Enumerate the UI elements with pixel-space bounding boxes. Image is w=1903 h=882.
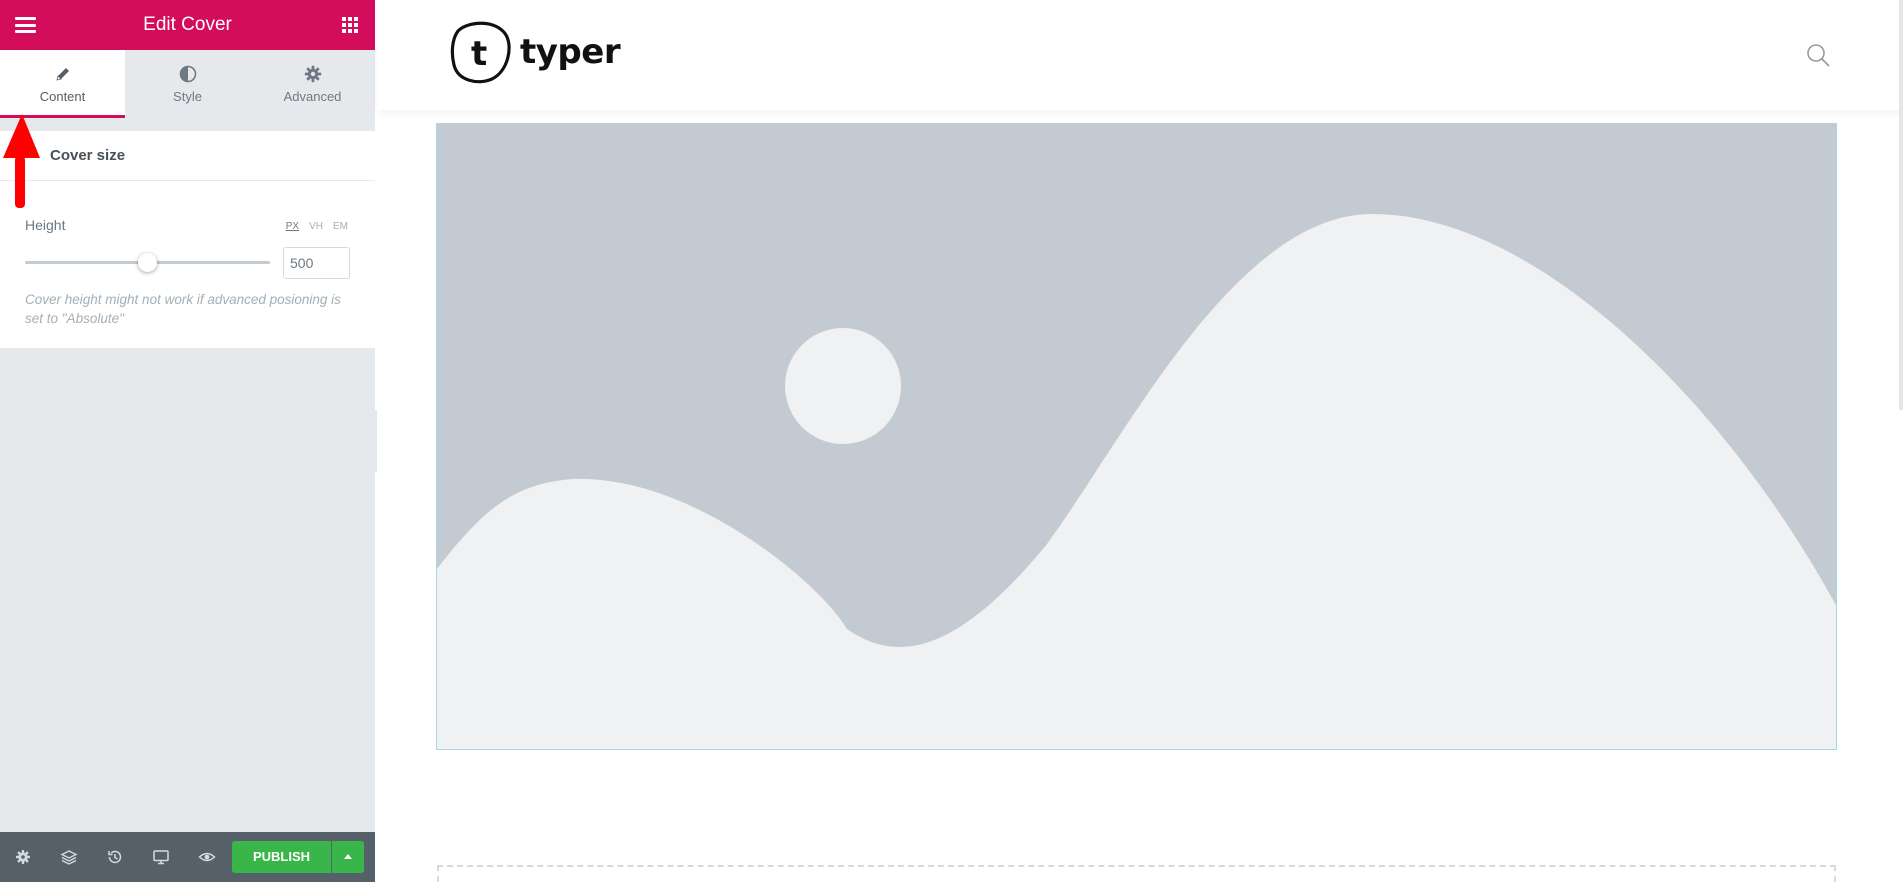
logo-mark-icon: t — [450, 21, 511, 84]
publish-button[interactable]: PUBLISH — [232, 841, 331, 873]
unit-em[interactable]: EM — [333, 221, 348, 232]
editor-header: Edit Cover — [0, 0, 375, 50]
image-placeholder-icon — [437, 124, 1836, 749]
tab-style[interactable]: Style — [125, 50, 250, 118]
tab-content[interactable]: Content — [0, 50, 125, 118]
height-input[interactable] — [283, 247, 350, 279]
gear-icon — [304, 65, 321, 82]
panel-tabs: Content Style Advanced — [0, 50, 375, 118]
unit-switcher: PX VH EM — [286, 221, 348, 232]
site-logo[interactable]: t typer — [450, 19, 621, 85]
cover-widget[interactable] — [436, 123, 1837, 750]
unit-vh[interactable]: VH — [309, 221, 323, 232]
section-cover-size[interactable]: Cover size — [0, 131, 375, 181]
publish-options-button[interactable] — [332, 841, 364, 873]
tab-content-label: Content — [39, 88, 86, 104]
editor-title: Edit Cover — [143, 14, 232, 35]
tab-style-label: Style — [173, 88, 202, 104]
site-header: t typer — [377, 0, 1903, 110]
responsive-desktop-icon[interactable] — [152, 848, 170, 866]
height-slider-handle[interactable] — [138, 253, 157, 272]
widgets-grid-icon[interactable] — [342, 17, 358, 33]
controls-panel: Cover size Height PX VH EM Cover height … — [0, 131, 375, 348]
history-icon[interactable] — [106, 848, 124, 866]
height-label: Height — [25, 217, 66, 233]
preview-eye-icon[interactable] — [198, 848, 216, 866]
settings-icon[interactable] — [14, 848, 32, 866]
pencil-icon — [55, 67, 69, 81]
annotation-arrow-icon — [3, 114, 40, 208]
tab-advanced-label: Advanced — [283, 88, 342, 104]
editor-sidebar: Edit Cover Content Style Advanced Cover … — [0, 0, 375, 882]
add-section-dropzone[interactable] — [437, 865, 1836, 882]
tab-advanced[interactable]: Advanced — [250, 50, 375, 118]
logo-mark-letter: t — [471, 34, 487, 74]
search-icon[interactable] — [1805, 42, 1831, 68]
preview-scrollbar[interactable] — [1899, 0, 1903, 410]
contrast-icon — [179, 65, 196, 82]
logo-text: typer — [520, 32, 621, 72]
site-preview: t typer — [377, 0, 1903, 882]
height-note: Cover height might not work if advanced … — [25, 292, 341, 326]
navigator-layers-icon[interactable] — [60, 848, 78, 866]
unit-px[interactable]: PX — [286, 221, 299, 232]
